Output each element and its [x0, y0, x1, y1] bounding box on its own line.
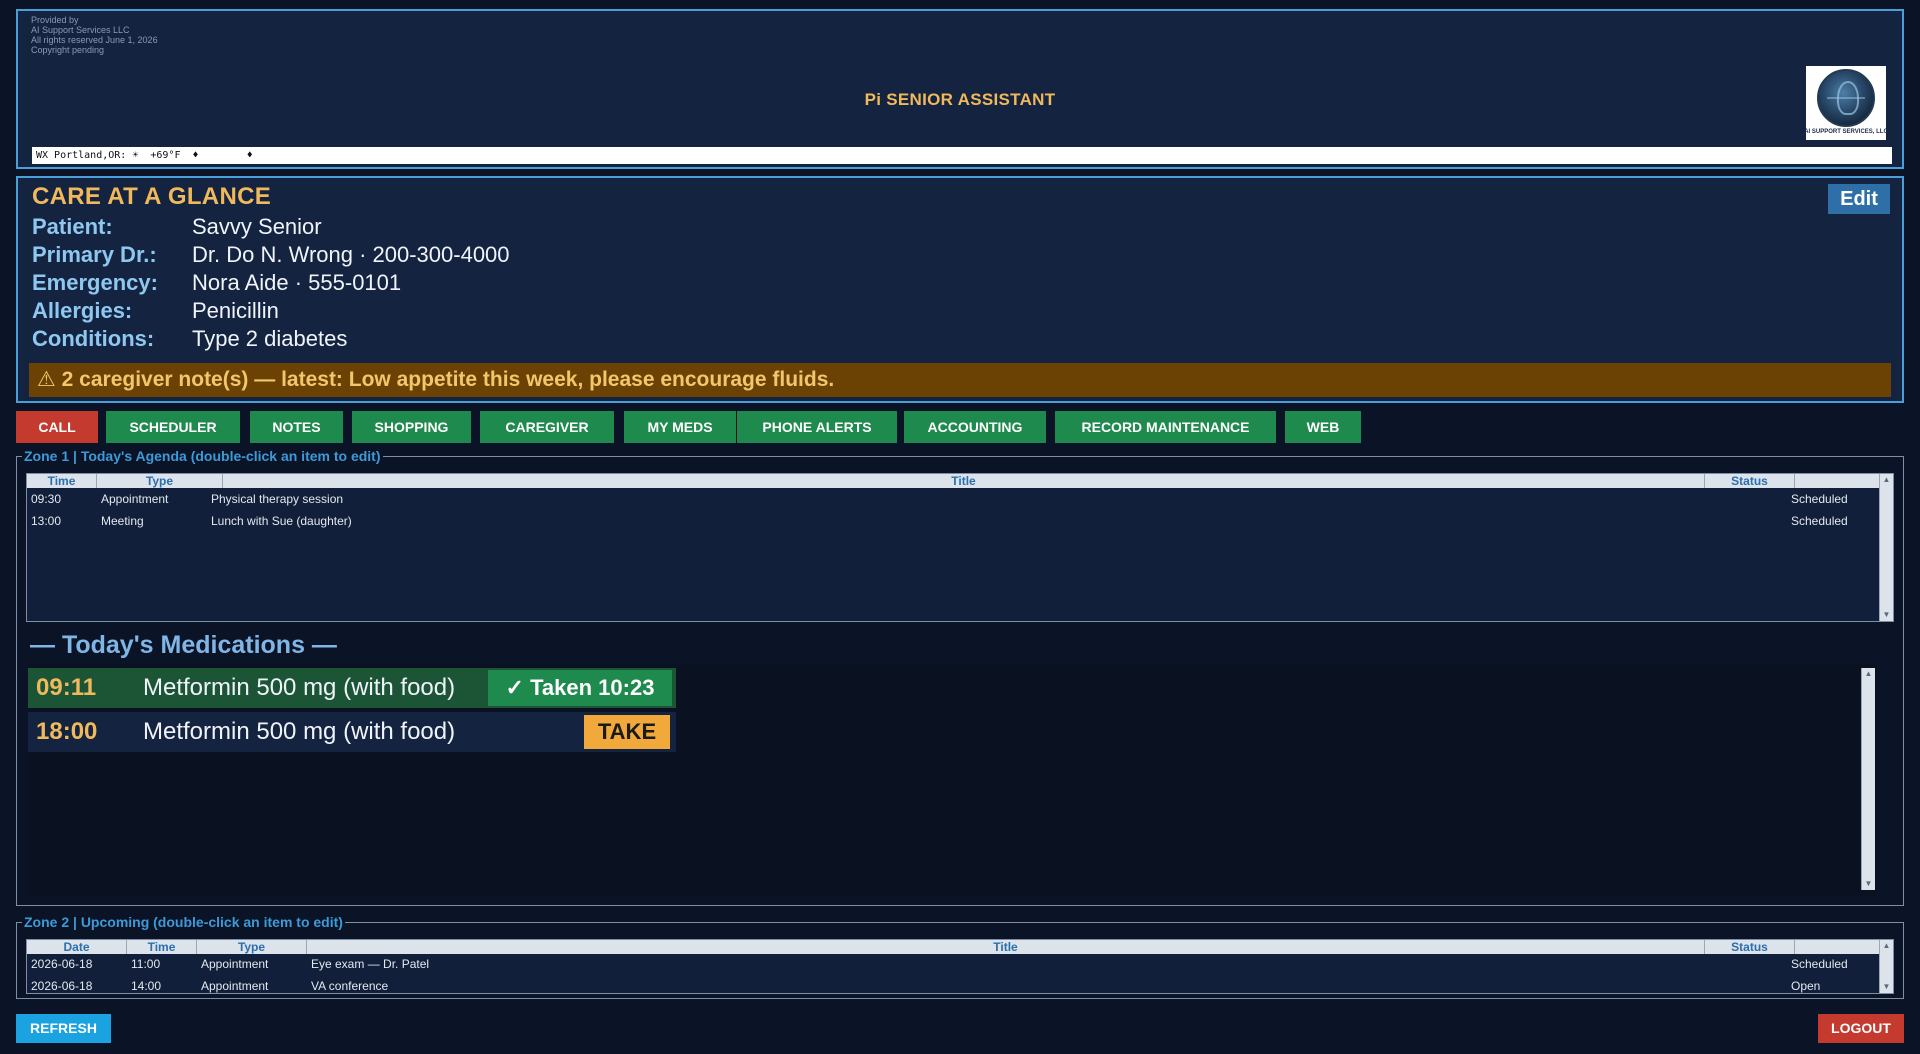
info-label: Patient: [32, 214, 113, 239]
provided-line: All rights reserved June 1, 2026 [31, 35, 158, 45]
col-header-title[interactable]: Title [307, 940, 1705, 954]
info-label: Emergency: [32, 270, 158, 295]
agenda-table-header: Time Type Title Status [27, 474, 1893, 488]
app-header: Provided by AI Support Services LLC All … [16, 9, 1904, 169]
cell-time: 09:30 [31, 492, 62, 506]
col-header-type[interactable]: Type [97, 474, 223, 488]
info-label: Allergies: [32, 298, 133, 323]
cell-status: Open [1791, 979, 1821, 993]
zone1-legend: Zone 1 | Today's Agenda (double-click an… [22, 448, 383, 464]
care-at-a-glance-panel: CARE AT A GLANCE Edit Patient: Savvy Sen… [16, 176, 1904, 403]
phone-alerts-button[interactable]: PHONE ALERTS [737, 411, 897, 443]
col-header-status[interactable]: Status [1705, 940, 1795, 954]
info-value: Nora Aide · 555-0101 [192, 270, 402, 295]
refresh-button[interactable]: REFRESH [16, 1014, 111, 1043]
info-value: Dr. Do N. Wrong · 200-300-4000 [192, 242, 510, 267]
logo-text: AI SUPPORT SERVICES, LLC [1804, 129, 1888, 135]
take-med-button[interactable]: TAKE [584, 715, 670, 749]
info-value: Penicillin [192, 298, 279, 323]
scroll-down-arrow-icon[interactable]: ▼ [1880, 981, 1893, 993]
call-button[interactable]: CALL [16, 411, 98, 443]
web-button[interactable]: WEB [1285, 411, 1361, 443]
upcoming-scrollbar[interactable]: ▲ ▼ [1879, 940, 1893, 993]
caregiver-note-banner[interactable]: ⚠ 2 caregiver note(s) — latest: Low appe… [29, 363, 1891, 397]
notes-button[interactable]: NOTES [250, 411, 343, 443]
upcoming-table-header: Date Time Type Title Status [27, 940, 1893, 954]
cell-title: Lunch with Sue (daughter) [211, 514, 352, 528]
col-header-title[interactable]: Title [223, 474, 1705, 488]
info-value: Type 2 diabetes [192, 326, 348, 351]
upcoming-table: Date Time Type Title Status 2026-06-18 1… [26, 939, 1894, 994]
cell-time: 11:00 [131, 957, 161, 971]
agenda-table: Time Type Title Status 09:30 Appointment… [26, 473, 1894, 622]
taken-status-button[interactable]: ✓ Taken 10:23 [488, 670, 672, 706]
cell-status: Scheduled [1791, 957, 1848, 971]
med-name: Metformin 500 mg (with food) [143, 674, 456, 701]
glance-title: CARE AT A GLANCE [32, 183, 272, 210]
accounting-button[interactable]: ACCOUNTING [904, 411, 1046, 443]
info-value: Savvy Senior [192, 214, 322, 239]
med-row-pending: 18:00 Metformin 500 mg (with food) TAKE [28, 712, 676, 752]
table-row[interactable]: 2026-06-18 14:00 Appointment VA conferen… [27, 975, 1893, 993]
provided-line: Provided by [31, 15, 79, 25]
medications-title: — Today's Medications — [30, 631, 337, 659]
col-header-date[interactable]: Date [27, 940, 127, 954]
scroll-down-arrow-icon[interactable]: ▼ [1880, 609, 1893, 621]
zone2-frame: Zone 2 | Upcoming (double-click an item … [16, 914, 1904, 999]
record-maintenance-button[interactable]: RECORD MAINTENANCE [1055, 411, 1276, 443]
cell-status: Scheduled [1791, 492, 1848, 506]
medications-area: 09:11 Metformin 500 mg (with food) ✓ Tak… [28, 664, 1877, 896]
provided-line: AI Support Services LLC [31, 25, 130, 35]
provided-line: Copyright pending [31, 45, 105, 55]
cell-type: Appointment [201, 957, 269, 971]
meds-scrollbar[interactable]: ▲ ▼ [1861, 668, 1875, 890]
col-header-time[interactable]: Time [27, 474, 97, 488]
cell-time: 14:00 [131, 979, 162, 993]
info-label: Primary Dr.: [32, 242, 157, 267]
brain-logo-icon [1817, 69, 1875, 127]
col-header-status[interactable]: Status [1705, 474, 1795, 488]
table-row[interactable]: 2026-06-18 11:00 Appointment Eye exam — … [27, 953, 1893, 975]
info-label: Conditions: [32, 326, 155, 351]
med-time: 18:00 [36, 718, 98, 745]
scroll-up-arrow-icon[interactable]: ▲ [1880, 474, 1893, 486]
scroll-up-arrow-icon[interactable]: ▲ [1880, 940, 1893, 952]
cell-type: Meeting [101, 514, 144, 528]
scroll-up-arrow-icon[interactable]: ▲ [1862, 668, 1875, 680]
scroll-down-arrow-icon[interactable]: ▼ [1862, 878, 1875, 890]
col-header-time[interactable]: Time [127, 940, 197, 954]
app-title: Pi SENIOR ASSISTANT [864, 90, 1056, 109]
shopping-button[interactable]: SHOPPING [352, 411, 471, 443]
my-meds-button[interactable]: MY MEDS [624, 411, 736, 443]
cell-title: Physical therapy session [211, 492, 344, 506]
zone2-legend: Zone 2 | Upcoming (double-click an item … [22, 914, 345, 930]
col-header-type[interactable]: Type [197, 940, 307, 954]
logout-button[interactable]: LOGOUT [1818, 1014, 1904, 1043]
med-row-taken: 09:11 Metformin 500 mg (with food) ✓ Tak… [28, 668, 676, 708]
cell-status: Scheduled [1791, 514, 1848, 528]
cell-time: 13:00 [31, 514, 62, 528]
cell-date: 2026-06-18 [31, 957, 93, 971]
provided-by-text: Provided by AI Support Services LLC All … [31, 15, 158, 55]
cell-date: 2026-06-18 [31, 979, 93, 993]
edit-button[interactable]: Edit [1828, 184, 1890, 214]
table-row[interactable]: 09:30 Appointment Physical therapy sessi… [27, 488, 1893, 510]
cell-title: VA conference [311, 979, 389, 993]
weather-ticker: WX Portland,OR: ☀ +69°F ♦ ♦ [32, 147, 1892, 164]
caregiver-button[interactable]: CAREGIVER [480, 411, 614, 443]
cell-type: Appointment [201, 979, 269, 993]
cell-title: Eye exam — Dr. Patel [311, 957, 430, 971]
med-time: 09:11 [36, 674, 97, 701]
med-name: Metformin 500 mg (with food) [143, 718, 456, 745]
company-logo: AI SUPPORT SERVICES, LLC [1804, 66, 1888, 140]
table-row[interactable]: 13:00 Meeting Lunch with Sue (daughter) … [27, 510, 1893, 532]
cell-type: Appointment [101, 492, 169, 506]
scheduler-button[interactable]: SCHEDULER [106, 411, 240, 443]
agenda-scrollbar[interactable]: ▲ ▼ [1879, 474, 1893, 621]
